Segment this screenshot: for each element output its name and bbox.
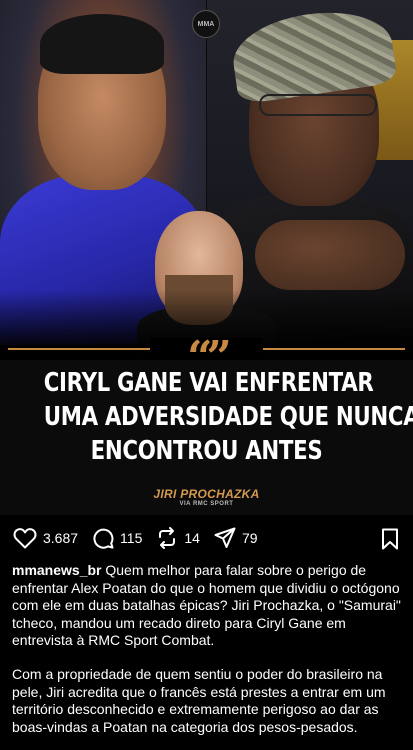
headline-line-1: CIRYL GANE VAI ENFRENTAR bbox=[43, 368, 374, 398]
share-button[interactable]: 79 bbox=[214, 527, 258, 549]
caption-paragraph-1: mmanews_br Quem melhor para falar sobre … bbox=[12, 562, 404, 650]
like-count: 3.687 bbox=[43, 530, 79, 546]
quote-via: VIA RMC SPORT bbox=[179, 501, 234, 507]
comment-count: 115 bbox=[120, 530, 143, 546]
headline: CIRYL GANE VAI ENFRENTAR UMA ADVERSIDADE… bbox=[0, 366, 413, 468]
post-image[interactable]: MMA “” CIRYL GANE VAI ENFRENTAR UMA ADVE… bbox=[0, 0, 413, 515]
share-count: 79 bbox=[241, 530, 258, 546]
action-bar: 3.687 115 14 79 bbox=[0, 522, 413, 554]
brand-logo-icon: MMA bbox=[192, 10, 220, 38]
heart-icon bbox=[13, 528, 37, 549]
post-caption: mmanews_br Quem melhor para falar sobre … bbox=[12, 562, 404, 736]
headline-line-3: ENCONTROU ANTES bbox=[90, 436, 323, 466]
headline-line-2: UMA ADVERSIDADE QUE NUNCA bbox=[43, 402, 413, 432]
repost-icon bbox=[159, 527, 176, 549]
repost-button[interactable]: 14 bbox=[156, 527, 200, 549]
bookmark-icon bbox=[382, 528, 398, 550]
comment-button[interactable]: 115 bbox=[92, 527, 142, 549]
quote-source: JIRI PROCHAZKA bbox=[153, 487, 260, 501]
bookmark-button[interactable] bbox=[381, 528, 399, 555]
share-icon bbox=[214, 527, 236, 548]
like-button[interactable]: 3.687 bbox=[13, 527, 78, 549]
caption-username[interactable]: mmanews_br bbox=[12, 562, 101, 578]
quote-mark-icon: “” bbox=[150, 338, 263, 360]
caption-paragraph-2: Com a propriedade de quem sentiu o poder… bbox=[12, 665, 386, 735]
comment-icon bbox=[93, 528, 114, 549]
repost-count: 14 bbox=[184, 530, 200, 546]
